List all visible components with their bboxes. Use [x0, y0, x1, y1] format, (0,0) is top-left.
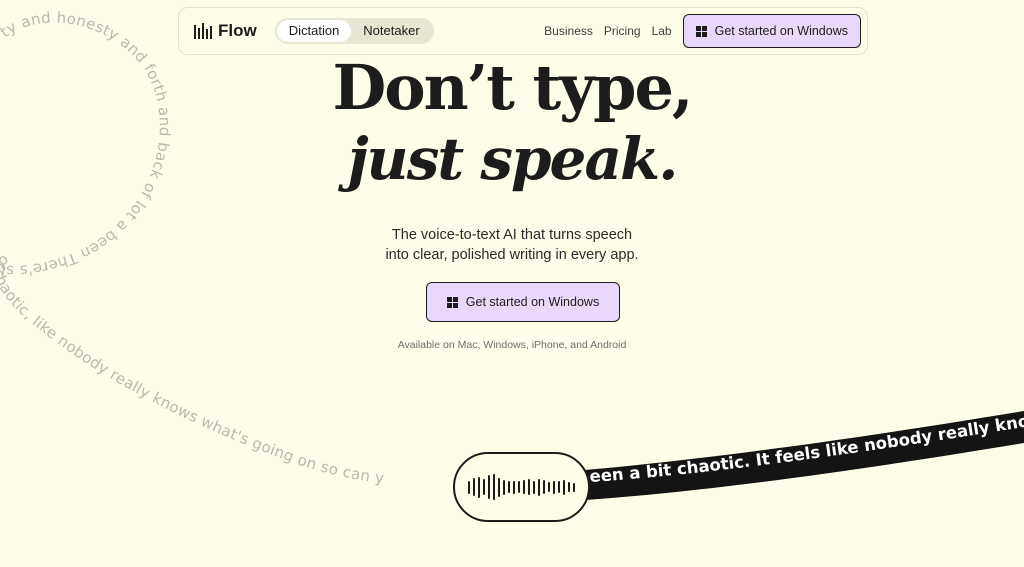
subtitle-line-2: into clear, polished writing in every ap…: [385, 247, 639, 263]
waveform-bar: [547, 482, 551, 492]
availability-note: Available on Mac, Windows, iPhone, and A…: [397, 339, 627, 351]
waveform-bar: [472, 478, 476, 496]
waveform-bar: [467, 480, 471, 494]
waveform-bar: [522, 480, 526, 494]
waveform-bar: [477, 476, 481, 498]
windows-icon: [695, 25, 707, 37]
waveform-bar: [507, 481, 511, 493]
waveform-bar: [487, 475, 491, 499]
hero-get-started-button[interactable]: Get started on Windows: [426, 282, 620, 322]
nav-link-business[interactable]: Business: [544, 24, 593, 38]
hero-cta-label: Get started on Windows: [465, 295, 600, 309]
flow-logo-icon: [194, 23, 212, 39]
waveform-bar: [542, 480, 546, 494]
waveform-bar: [512, 480, 516, 494]
waveform-bar: [517, 481, 521, 493]
nav-link-lab[interactable]: Lab: [652, 24, 672, 38]
waveform-bar: [572, 482, 576, 492]
nav-link-pricing[interactable]: Pricing: [604, 24, 641, 38]
waveform-bar: [502, 479, 506, 495]
headline-line-2: just speak.: [347, 125, 679, 193]
waveform-bar: [552, 480, 556, 494]
nav-get-started-button[interactable]: Get started on Windows: [682, 14, 861, 48]
waveform-bar: [497, 477, 501, 497]
waveform-bar: [567, 482, 571, 492]
waveform-pill: [453, 452, 590, 522]
waveform-bar: [482, 479, 486, 495]
top-navigation: Flow Dictation Notetaker Business Pricin…: [178, 7, 868, 55]
hero-subtitle: The voice-to-text AI that turns speech i…: [0, 225, 1024, 265]
nav-cta-label: Get started on Windows: [714, 24, 848, 38]
waveform-bar: [492, 474, 496, 500]
speech-band: [585, 410, 1024, 500]
waveform-bar: [557, 481, 561, 493]
windows-icon: [446, 296, 458, 308]
flow-logo[interactable]: Flow: [194, 21, 257, 41]
tab-notetaker[interactable]: Notetaker: [351, 20, 431, 42]
logo-text: Flow: [218, 21, 257, 40]
waveform-bar: [562, 479, 566, 495]
product-switcher: Dictation Notetaker: [274, 18, 434, 44]
nav-links: Business Pricing Lab Get started on Wind…: [544, 14, 867, 48]
waveform-bar: [532, 480, 536, 494]
headline-line-1: Don’t type,: [332, 51, 693, 124]
subtitle-line-1: The voice-to-text AI that turns speech: [391, 227, 633, 243]
waveform-bar: [527, 479, 531, 495]
waveform-bar: [537, 478, 541, 496]
tab-dictation[interactable]: Dictation: [276, 20, 352, 42]
